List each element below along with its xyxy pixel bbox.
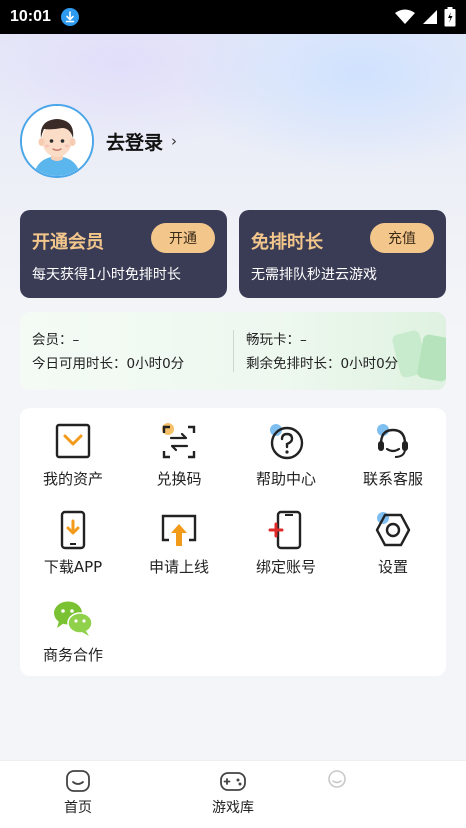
download-icon [60,8,79,26]
membership-info: 会员：– 今日可用时长：0小时0分 畅玩卡：– 剩余免排时长：0小时0分 [20,312,446,390]
nav-label: 首页 [64,800,92,816]
play-card-row: 畅玩卡：– [246,328,398,352]
grid-label: 兑换码 [156,470,202,488]
grid-item-business[interactable]: 商务合作 [20,598,126,665]
grid-item-customer-service[interactable]: 联系客服 [340,422,446,489]
grid-item-assets[interactable]: 我的资产 [20,422,126,489]
nav-item-game-library[interactable]: 游戏库 [188,767,278,817]
nav-item-home[interactable]: 首页 [33,767,123,817]
nav-label: 游戏库 [212,800,254,816]
play-card-label: 畅玩卡： [246,332,300,348]
upload-icon [161,514,197,546]
grid-label: 绑定账号 [255,558,316,576]
grid-item-redeem-code[interactable]: 兑换码 [126,422,232,489]
status-bar: 10:01 [0,0,466,34]
headset-icon [377,424,408,458]
login-link[interactable]: 去登录 [106,128,163,155]
nav-item-profile[interactable] [292,767,382,797]
grid-item-apply-online[interactable]: 申请上线 [126,510,232,577]
wifi-icon [395,9,415,24]
remaining-label: 剩余免排时长： [246,356,341,372]
grid-label: 申请上线 [148,558,209,576]
help-icon [270,424,304,460]
grid-item-bind-account[interactable]: 绑定账号 [233,510,339,577]
queue-time-card[interactable]: 免排时长 无需排队秒进云游戏 充值 [239,210,446,298]
today-label: 今日可用时长： [32,356,127,372]
vip-card-subtitle: 每天获得1小时免排时长 [32,267,181,283]
today-value: 0小时0分 [126,356,185,372]
grid-label: 下载APP [43,558,103,576]
grid-label: 帮助中心 [255,470,316,488]
grid-label: 联系客服 [362,470,423,488]
bottom-nav: 首页 游戏库 [0,760,466,828]
wallet-icon [55,423,91,459]
home-icon [66,770,90,792]
settings-icon [375,512,411,547]
avatar[interactable] [20,104,94,178]
grid-label: 我的资产 [42,470,103,488]
gamepad-icon [220,772,246,791]
status-time: 10:01 [10,8,51,25]
grid-label: 商务合作 [42,646,103,664]
exchange-code-icon [162,423,196,459]
grid-item-download-app[interactable]: 下载APP [20,510,126,577]
card-decoration-icon [392,330,446,382]
profile-icon [328,770,346,788]
play-card-value: – [300,332,307,348]
function-panel: 我的资产 兑换码 帮助中心 联系客服 下载APP 申请上线 绑定账号 设置 商务… [20,408,446,676]
profile-login[interactable]: 去登录 › [20,104,177,178]
bind-phone-icon [268,510,302,550]
download-app-icon [60,510,86,550]
member-label: 会员： [32,332,73,348]
open-vip-button[interactable]: 开通 [151,223,215,253]
recharge-button[interactable]: 充值 [370,223,434,253]
remaining-row: 剩余免排时长：0小时0分 [246,352,398,376]
grid-item-help-center[interactable]: 帮助中心 [233,422,339,489]
chevron-right-icon: › [171,132,178,150]
grid-item-settings[interactable]: 设置 [340,510,446,577]
wechat-icon [54,601,93,636]
member-row: 会员：– [32,328,184,352]
vip-card[interactable]: 开通会员 每天获得1小时免排时长 开通 [20,210,227,298]
today-row: 今日可用时长：0小时0分 [32,352,184,376]
info-divider [233,330,234,372]
battery-icon [444,7,456,27]
signal-icon [423,10,437,24]
queue-card-subtitle: 无需排队秒进云游戏 [251,267,377,283]
grid-label: 设置 [377,558,408,576]
member-value: – [72,332,80,348]
